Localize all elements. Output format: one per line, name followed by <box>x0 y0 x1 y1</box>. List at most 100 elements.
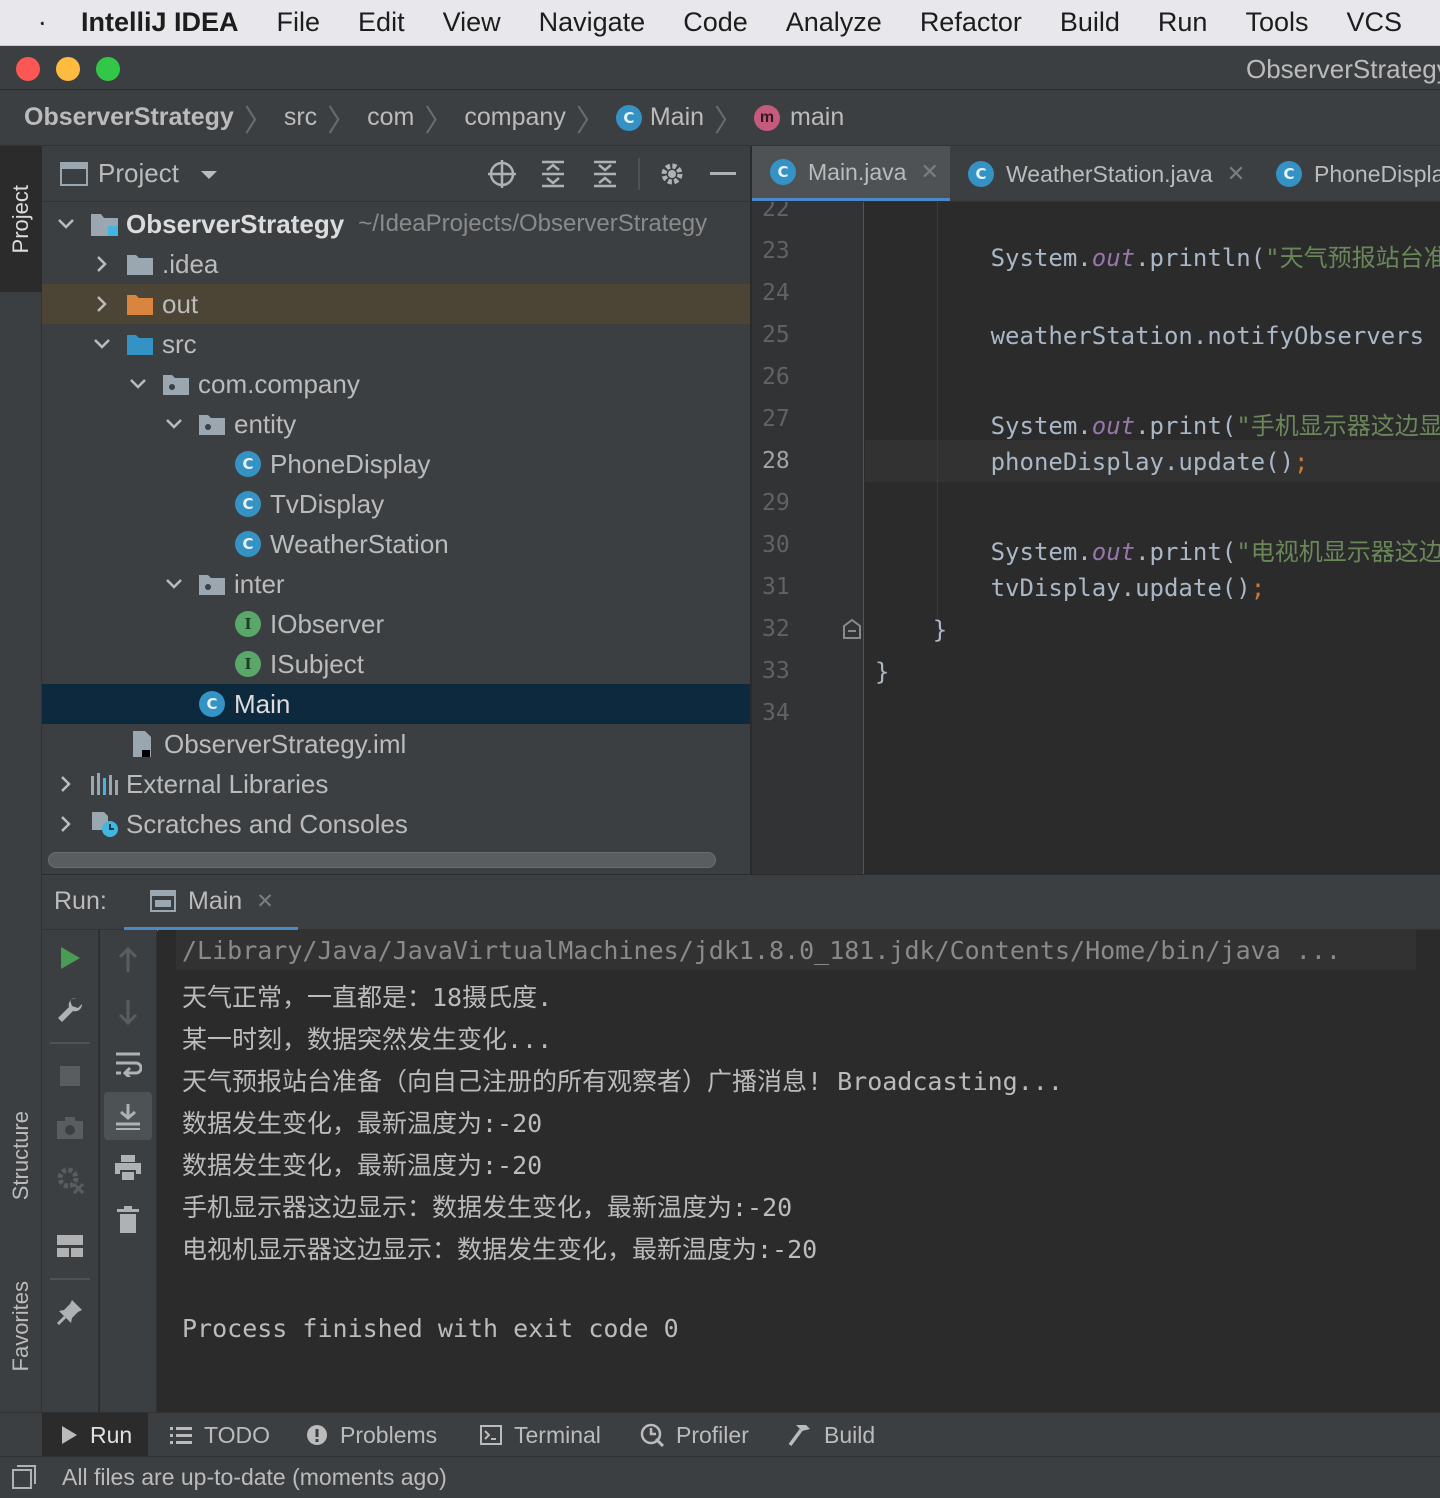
chevron-down-icon[interactable] <box>166 579 182 589</box>
stop-button[interactable] <box>50 1056 90 1096</box>
zoom-window-button[interactable] <box>96 57 120 81</box>
console-actions-toolbar <box>100 930 157 1412</box>
close-window-button[interactable] <box>16 57 40 81</box>
tree-row-inter[interactable]: inter <box>42 564 750 604</box>
expand-all-icon[interactable] <box>540 160 566 188</box>
tree-row-src[interactable]: src <box>42 324 750 364</box>
tree-row-scratches[interactable]: Scratches and Consoles <box>42 804 750 844</box>
structure-tool-tab[interactable]: Structure <box>0 1086 42 1226</box>
chevron-right-icon[interactable] <box>97 296 107 312</box>
clear-all-button[interactable] <box>108 1200 148 1240</box>
menu-run[interactable]: Run <box>1158 7 1208 38</box>
tree-row-iml[interactable]: ObserverStrategy.iml <box>42 724 750 764</box>
breadcrumb-main-class[interactable]: C Main 〉 <box>615 96 754 140</box>
print-button[interactable] <box>108 1148 148 1188</box>
close-tab-icon[interactable]: ✕ <box>1227 161 1245 187</box>
code-editor[interactable]: System.out.println("天气预报站台准备 weatherStat… <box>865 202 1440 874</box>
tree-row-idea[interactable]: .idea <box>42 244 750 284</box>
run-tool-button[interactable]: Run <box>42 1413 148 1457</box>
breadcrumb-project[interactable]: ObserverStrategy 〉 <box>24 96 284 140</box>
tree-row-entity[interactable]: entity <box>42 404 750 444</box>
problems-tool-button[interactable]: Problems <box>306 1413 437 1457</box>
build-tool-button[interactable]: Build <box>788 1413 875 1457</box>
down-stack-button[interactable] <box>108 992 148 1032</box>
apple-logo-icon[interactable] <box>40 7 45 39</box>
exit-button[interactable] <box>50 1160 90 1200</box>
app-name-menu[interactable]: IntelliJ IDEA <box>81 7 239 38</box>
dump-threads-button[interactable] <box>50 1108 90 1148</box>
menu-tools[interactable]: Tools <box>1245 7 1308 38</box>
tree-row-out[interactable]: out <box>42 284 750 324</box>
menu-navigate[interactable]: Navigate <box>539 7 646 38</box>
tab-label: WeatherStation.java <box>1006 160 1213 187</box>
rerun-button[interactable] <box>50 938 90 978</box>
close-tab-icon[interactable]: ✕ <box>256 889 274 914</box>
tree-label: entity <box>234 408 297 439</box>
scroll-to-end-button[interactable] <box>104 1092 152 1140</box>
restore-layout-button[interactable] <box>50 1226 90 1266</box>
todo-tool-button[interactable]: TODO <box>170 1413 270 1457</box>
iml-file-icon <box>133 731 151 757</box>
tab-weatherstation-java[interactable]: C WeatherStation.java ✕ <box>968 146 1245 201</box>
code-line: tvDisplay.update(); <box>875 574 1266 602</box>
project-horizontal-scrollbar[interactable] <box>48 852 716 868</box>
chevron-down-icon[interactable] <box>94 339 110 349</box>
run-console-output[interactable]: /Library/Java/JavaVirtualMachines/jdk1.8… <box>158 930 1440 1412</box>
chevron-down-icon[interactable] <box>58 219 74 229</box>
menu-code[interactable]: Code <box>683 7 748 38</box>
tree-row-tvdisplay[interactable]: C TvDisplay <box>42 484 750 524</box>
tree-row-phonedisplay[interactable]: C PhoneDisplay <box>42 444 750 484</box>
toggle-tool-windows-icon[interactable] <box>12 1465 36 1489</box>
profiler-tool-button[interactable]: Profiler <box>640 1413 749 1457</box>
menu-analyze[interactable]: Analyze <box>786 7 882 38</box>
console-line: 天气预报站台准备（向自己注册的所有观察者）广播消息! Broadcasting.… <box>182 1067 1063 1096</box>
menu-edit[interactable]: Edit <box>358 7 405 38</box>
fold-marker-icon[interactable] <box>842 618 862 640</box>
menu-view[interactable]: View <box>443 7 501 38</box>
chevron-down-icon[interactable] <box>166 419 182 429</box>
collapse-all-icon[interactable] <box>592 160 618 188</box>
tab-phonedisplay-java[interactable]: C PhoneDisplay.java <box>1276 146 1440 201</box>
tool-label: Terminal <box>514 1421 601 1448</box>
soft-wrap-button[interactable] <box>108 1044 148 1084</box>
gear-icon[interactable] <box>658 160 686 188</box>
edit-configuration-button[interactable] <box>50 990 90 1030</box>
close-tab-icon[interactable]: ✕ <box>920 159 938 185</box>
breadcrumb-main-method[interactable]: m main <box>754 103 844 132</box>
tree-row-com-company[interactable]: com.company <box>42 364 750 404</box>
menu-refactor[interactable]: Refactor <box>920 7 1022 38</box>
breadcrumb-company[interactable]: company 〉 <box>464 96 615 140</box>
console-exit-line: Process finished with exit code 0 <box>182 1314 679 1343</box>
chevron-down-icon[interactable] <box>200 170 218 180</box>
tree-label: Scratches and Consoles <box>126 808 408 839</box>
project-tool-tab[interactable]: Project <box>0 146 42 292</box>
menu-vcs[interactable]: VCS <box>1346 7 1402 38</box>
up-stack-button[interactable] <box>108 940 148 980</box>
tree-row-isubject[interactable]: I ISubject <box>42 644 750 684</box>
favorites-tool-tab[interactable]: Favorites <box>0 1256 42 1396</box>
pin-tab-button[interactable] <box>50 1292 90 1332</box>
chevron-right-icon[interactable] <box>97 256 107 272</box>
tool-label: TODO <box>204 1421 271 1448</box>
tree-row-main[interactable]: C Main <box>42 684 750 724</box>
tree-row-project-root[interactable]: ObserverStrategy ~/IdeaProjects/Observer… <box>42 204 750 244</box>
breadcrumb-com[interactable]: com 〉 <box>367 96 464 140</box>
hide-panel-icon[interactable] <box>710 172 736 176</box>
code-line: } <box>875 658 889 686</box>
locate-icon[interactable] <box>488 160 516 188</box>
breadcrumb-src[interactable]: src 〉 <box>284 96 367 140</box>
chevron-right-icon[interactable] <box>61 776 71 792</box>
tab-main-java[interactable]: C Main.java ✕ <box>752 146 950 201</box>
terminal-tool-button[interactable]: Terminal <box>480 1413 601 1457</box>
menu-build[interactable]: Build <box>1060 7 1120 38</box>
menu-file[interactable]: File <box>277 7 321 38</box>
project-view-selector[interactable]: Project <box>98 158 179 189</box>
tree-row-iobserver[interactable]: I IObserver <box>42 604 750 644</box>
tree-row-weatherstation[interactable]: C WeatherStation <box>42 524 750 564</box>
run-tab-main[interactable]: Main ✕ <box>124 875 298 931</box>
chevron-right-icon[interactable] <box>61 816 71 832</box>
tree-row-external-libraries[interactable]: External Libraries <box>42 764 750 804</box>
minimize-window-button[interactable] <box>56 57 80 81</box>
chevron-down-icon[interactable] <box>130 379 146 389</box>
editor-gutter: 22 23 24 25 26 27 28 29 30 31 32 33 34 <box>752 202 864 874</box>
